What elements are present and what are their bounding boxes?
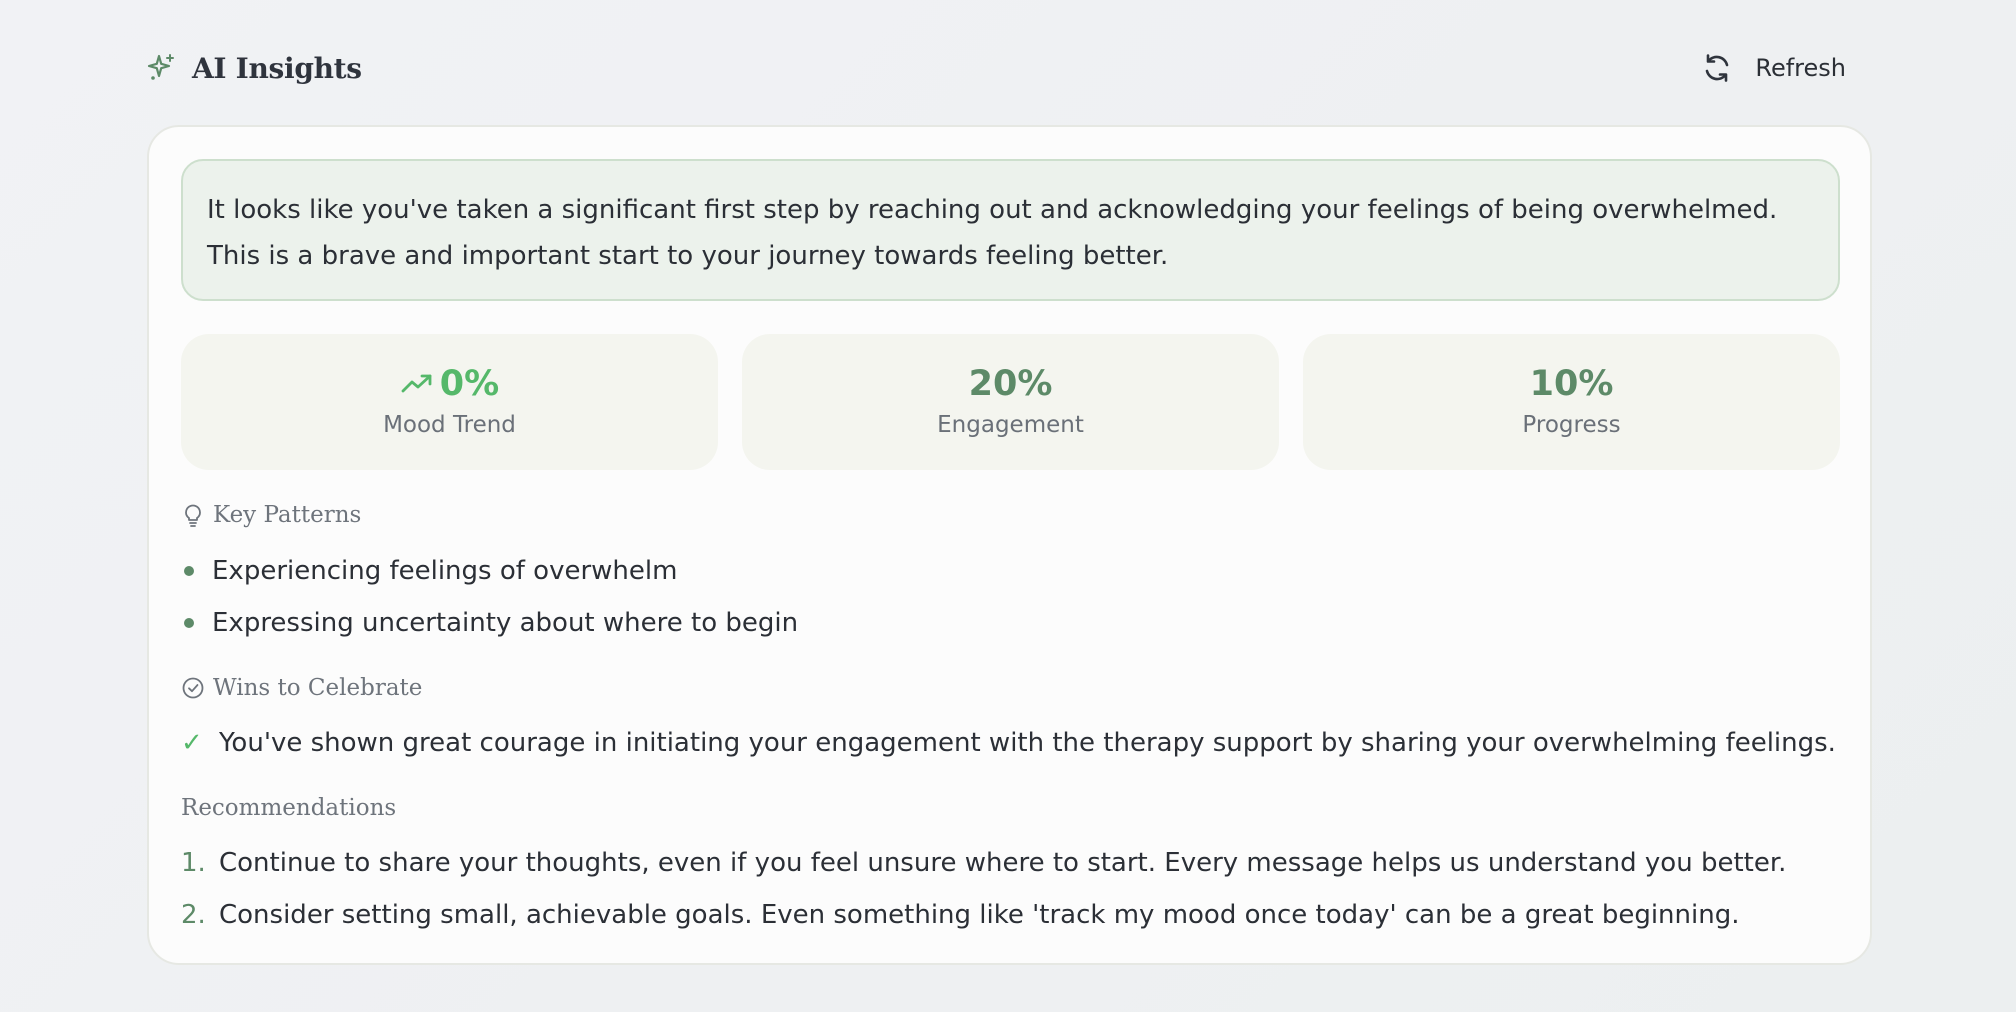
list-item: 2. Consider setting small, achievable go… [181,889,1786,941]
recommendations-list: 1. Continue to share your thoughts, even… [181,837,1786,941]
wins-list: ✓ You've shown great courage in initiati… [181,717,1836,769]
list-item-text: Experiencing feelings of overwhelm [212,556,678,586]
list-item-text: Continue to share your thoughts, even if… [219,848,1787,878]
refresh-icon [1701,52,1733,84]
wins-heading: Wins to Celebrate [181,675,422,701]
progress-label: Progress [1522,412,1621,438]
stat-card-engagement: 20% Engagement [742,334,1279,470]
recommendations-heading: Recommendations [181,795,396,821]
mood-trend-value: 0% [439,364,500,404]
stats-row: 0% Mood Trend 20% Engagement 10% Progres… [181,334,1840,470]
lightbulb-icon [181,503,205,527]
list-item: Experiencing feelings of overwhelm [181,545,798,597]
check-circle-icon [181,676,205,700]
list-item: ✓ You've shown great courage in initiati… [181,717,1836,769]
list-number: 1. [181,848,206,878]
refresh-button[interactable]: Refresh [1701,46,1846,90]
bullet-dot [184,566,194,576]
recommendations-title: Recommendations [181,795,397,821]
header: AI Insights Refresh [146,46,1846,90]
summary-box: It looks like you've taken a significant… [181,159,1840,301]
key-patterns-heading: Key Patterns [181,502,361,528]
list-item-text: You've shown great courage in initiating… [219,728,1836,758]
sparkle-icon [146,52,178,84]
key-patterns-list: Experiencing feelings of overwhelm Expre… [181,545,798,649]
list-item: 1. Continue to share your thoughts, even… [181,837,1786,889]
list-number: 2. [181,900,206,930]
engagement-value: 20% [968,364,1053,404]
stat-card-mood-trend: 0% Mood Trend [181,334,718,470]
progress-value: 10% [1529,364,1614,404]
list-item: Expressing uncertainty about where to be… [181,597,798,649]
stat-card-progress: 10% Progress [1303,334,1840,470]
list-item-text: Expressing uncertainty about where to be… [212,608,799,638]
bullet-dot [184,618,194,628]
title-group: AI Insights [146,46,362,90]
mood-trend-label: Mood Trend [383,412,516,438]
refresh-label: Refresh [1755,54,1846,82]
list-item-text: Consider setting small, achievable goals… [219,900,1740,930]
wins-title: Wins to Celebrate [213,675,423,701]
insights-card: It looks like you've taken a significant… [147,125,1872,965]
trending-up-icon [400,371,434,397]
key-patterns-title: Key Patterns [213,502,362,528]
page-title: AI Insights [192,51,362,85]
check-icon: ✓ [181,728,203,758]
engagement-label: Engagement [937,412,1084,438]
